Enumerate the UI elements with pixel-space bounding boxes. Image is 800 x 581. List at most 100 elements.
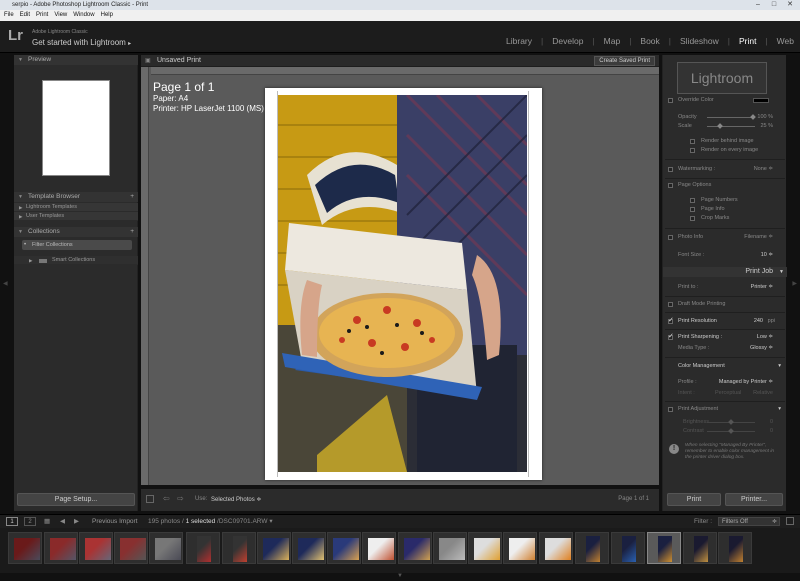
page-options-checkbox[interactable] [668, 183, 673, 188]
preview-header[interactable]: ▼ Preview [14, 55, 138, 65]
slider-knob[interactable] [750, 114, 756, 120]
print-resolution-value[interactable]: 240 [754, 317, 763, 326]
draft-mode-row[interactable]: Draft Mode Printing [663, 300, 787, 309]
filmstrip-thumbnail[interactable] [222, 532, 256, 564]
print-resolution-row[interactable]: Print Resolution 240 ppi [663, 316, 787, 326]
printer-button[interactable]: Printer... [725, 493, 783, 506]
menu-edit[interactable]: Edit [20, 10, 30, 21]
left-panel-toggle-icon[interactable]: ◀ [3, 280, 8, 287]
contrast-value[interactable]: 0 [770, 427, 773, 436]
draft-mode-checkbox[interactable] [668, 302, 673, 307]
photo-info-checkbox[interactable] [668, 235, 673, 240]
filmstrip-thumbnail[interactable] [539, 532, 573, 564]
filmstrip-thumbnail[interactable] [186, 532, 220, 564]
filmstrip-thumbnail[interactable] [327, 532, 361, 564]
crop-marks-checkbox[interactable] [690, 216, 695, 221]
template-folder-lightroom[interactable]: ▶ Lightroom Templates [14, 203, 138, 212]
use-dropdown[interactable]: Selected Photos ≑ [211, 496, 261, 503]
smart-collections-item[interactable]: ▶ Smart Collections [14, 256, 138, 265]
filmstrip-thumbnail[interactable] [503, 532, 537, 564]
module-map[interactable]: Map [604, 36, 621, 46]
render-every-checkbox[interactable] [690, 148, 695, 153]
print-sharpening-checkbox[interactable] [668, 332, 674, 341]
filter-lock-icon[interactable] [786, 517, 794, 525]
collapse-arrow-icon[interactable]: ▾ [778, 405, 781, 414]
module-library[interactable]: Library [506, 36, 532, 46]
first-page-icon[interactable] [146, 495, 154, 503]
print-adjustment-row[interactable]: Print Adjustment ▾ [663, 405, 787, 414]
print-job-header[interactable]: Print Job ▼ [663, 267, 787, 277]
get-started-link[interactable]: Get started with Lightroom ▸ [32, 38, 131, 47]
filmstrip-thumbnail[interactable] [8, 532, 42, 564]
create-saved-print-button[interactable]: Create Saved Print [594, 56, 655, 66]
module-web[interactable]: Web [777, 36, 794, 46]
menu-file[interactable]: File [4, 10, 14, 21]
next-page-icon[interactable]: ⇨ [177, 494, 184, 503]
module-develop[interactable]: Develop [552, 36, 583, 46]
slider-knob[interactable] [728, 428, 734, 434]
print-photo[interactable] [277, 95, 527, 472]
primary-window-button[interactable]: 1 [6, 517, 18, 526]
intent-perceptual[interactable]: Perceptual [715, 389, 741, 398]
identity-plate[interactable]: Lightroom [677, 62, 767, 94]
brightness-value[interactable]: 0 [770, 418, 773, 427]
photo-info-row[interactable]: Photo Info Filename ≑ [663, 233, 787, 242]
back-arrow-icon[interactable]: ◀ [60, 515, 65, 528]
render-behind-checkbox[interactable] [690, 139, 695, 144]
opacity-value[interactable]: 100 % [757, 113, 773, 122]
dropdown-arrow-icon[interactable]: ▾ [269, 518, 272, 525]
page-options-row[interactable]: Page Options [663, 181, 787, 190]
print-sharpening-row[interactable]: Print Sharpening : Low ≑ [663, 332, 787, 342]
watermarking-dropdown[interactable]: None ≑ [754, 165, 773, 174]
filmstrip-thumbnail[interactable] [433, 532, 467, 564]
override-color-row[interactable]: Override Color [663, 96, 787, 105]
filmstrip-thumbnail[interactable] [44, 532, 78, 564]
render-behind-row[interactable]: Render behind image [663, 137, 787, 146]
print-button[interactable]: Print [667, 493, 721, 506]
photo-info-dropdown[interactable]: Filename ≑ [744, 233, 773, 242]
minimize-button[interactable]: – [750, 0, 766, 10]
filmstrip-thumbnail[interactable] [257, 532, 291, 564]
filmstrip-thumbnail[interactable] [718, 532, 752, 564]
filmstrip-thumbnail[interactable] [398, 532, 432, 564]
add-template-icon[interactable]: + [130, 192, 134, 202]
menu-view[interactable]: View [54, 10, 67, 21]
print-to-dropdown[interactable]: Printer ≑ [751, 283, 773, 292]
slider-knob[interactable] [717, 123, 723, 129]
page-info-checkbox[interactable] [690, 207, 695, 212]
profile-dropdown[interactable]: Managed by Printer ≑ [719, 378, 773, 387]
previous-page-icon[interactable]: ⇦ [163, 494, 170, 503]
page-info-row[interactable]: Page Info [663, 205, 787, 214]
bottom-panel-toggle-icon[interactable]: ▼ [0, 573, 800, 581]
page-numbers-row[interactable]: Page Numbers [663, 196, 787, 205]
module-print[interactable]: Print [739, 36, 756, 46]
render-every-row[interactable]: Render on every image [663, 146, 787, 155]
media-type-dropdown[interactable]: Glossy ≑ [750, 344, 773, 353]
filmstrip-thumbnail[interactable] [468, 532, 502, 564]
print-sharpening-dropdown[interactable]: Low ≑ [757, 333, 773, 342]
forward-arrow-icon[interactable]: ▶ [74, 515, 79, 528]
watermarking-row[interactable]: Watermarking : None ≑ [663, 165, 787, 174]
menu-help[interactable]: Help [101, 10, 113, 21]
collapse-arrow-icon[interactable]: ▾ [778, 362, 781, 371]
close-button[interactable]: ✕ [782, 0, 798, 10]
menu-window[interactable]: Window [73, 10, 94, 21]
filmstrip-thumbnail[interactable] [292, 532, 326, 564]
filmstrip-thumbnail[interactable] [611, 532, 645, 564]
template-browser-header[interactable]: ▼ Template Browser + [14, 192, 138, 202]
collections-header[interactable]: ▼ Collections + [14, 227, 138, 237]
watermarking-checkbox[interactable] [668, 167, 673, 172]
filmstrip-thumbnail[interactable] [362, 532, 396, 564]
filmstrip-thumbnail[interactable] [114, 532, 148, 564]
contrast-slider[interactable] [707, 428, 755, 434]
opacity-slider[interactable] [707, 114, 756, 120]
filmstrip-thumbnail[interactable] [647, 532, 681, 564]
module-slideshow[interactable]: Slideshow [680, 36, 719, 46]
intent-relative[interactable]: Relative [753, 389, 773, 398]
margin-guide-left[interactable] [277, 91, 278, 477]
menu-print[interactable]: Print [36, 10, 48, 21]
margin-guide-right[interactable] [528, 91, 529, 477]
module-book[interactable]: Book [640, 36, 659, 46]
filmstrip-thumbnail[interactable] [79, 532, 113, 564]
filter-collections-input[interactable]: • Filter Collections [22, 240, 132, 250]
